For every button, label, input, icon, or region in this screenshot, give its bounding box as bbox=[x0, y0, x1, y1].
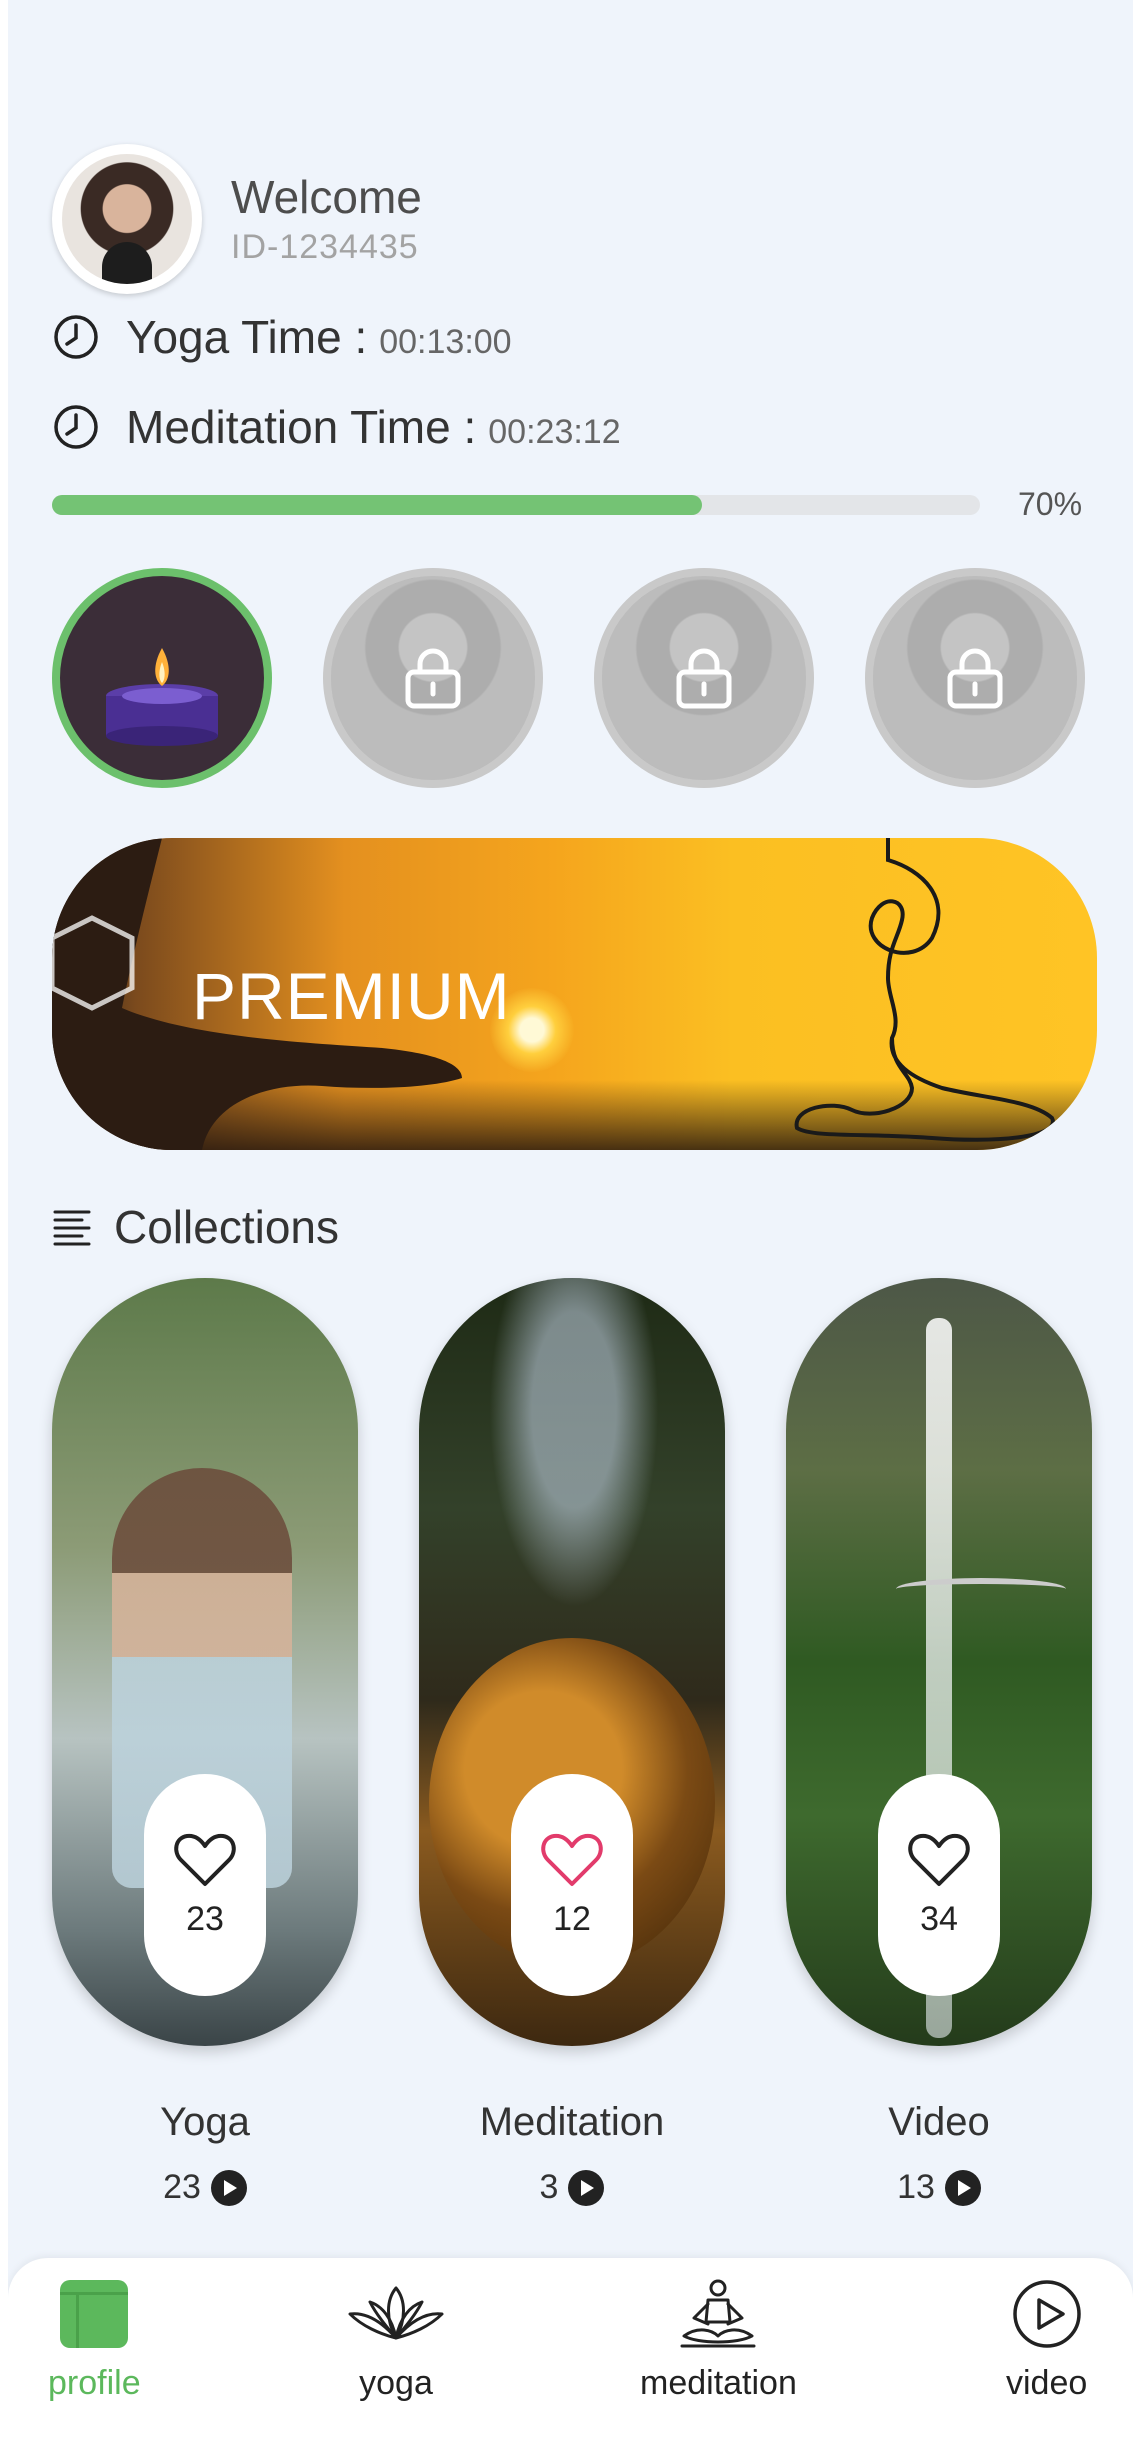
card-title-yoga: Yoga bbox=[160, 2100, 250, 2144]
avatar[interactable] bbox=[52, 144, 202, 294]
yoga-time-value: 00:13:00 bbox=[379, 323, 512, 361]
nav-item-profile[interactable]: profile bbox=[48, 2278, 141, 2403]
nav-label-profile: profile bbox=[48, 2364, 141, 2402]
smoke-photo bbox=[489, 1278, 659, 1608]
nav-label-yoga: yoga bbox=[359, 2364, 433, 2402]
nav-label-video: video bbox=[1006, 2364, 1088, 2402]
app-screen: Welcome ID-1234435 Yoga Time : 00:13:00 … bbox=[8, 0, 1133, 2440]
item-count: 23 bbox=[163, 2168, 201, 2206]
yoga-time-row: Yoga Time : 00:13:00 bbox=[52, 310, 512, 364]
card-meta-meditation: 3 bbox=[419, 2168, 725, 2207]
collection-card-video[interactable]: 34 bbox=[786, 1278, 1092, 2046]
heart-icon[interactable] bbox=[173, 1832, 237, 1888]
collections-header: Collections bbox=[52, 1200, 339, 1254]
nav-item-video[interactable]: video bbox=[1006, 2278, 1087, 2403]
heart-icon[interactable] bbox=[907, 1832, 971, 1888]
like-pill[interactable]: 34 bbox=[878, 1774, 1000, 1996]
meditation-time-value: 00:23:12 bbox=[488, 413, 621, 451]
collections-title: Collections bbox=[114, 1201, 339, 1253]
clock-icon bbox=[54, 315, 98, 359]
item-count: 3 bbox=[539, 2168, 559, 2206]
lock-icon bbox=[676, 648, 732, 709]
card-meta-yoga: 23 bbox=[52, 2168, 358, 2207]
play-icon bbox=[210, 2169, 247, 2206]
like-count: 12 bbox=[553, 1899, 591, 1938]
candle-icon bbox=[106, 648, 218, 746]
lock-icon bbox=[405, 648, 461, 709]
level-2-locked[interactable] bbox=[323, 568, 543, 788]
meditation-time-label: Meditation Time : bbox=[126, 401, 477, 453]
progress-percent: 70% bbox=[1018, 486, 1083, 522]
meditation-icon bbox=[680, 2279, 756, 2348]
level-1-candle[interactable] bbox=[52, 568, 272, 788]
card-meta-video: 13 bbox=[786, 2168, 1092, 2207]
collection-card-meditation[interactable]: 12 bbox=[419, 1278, 725, 2046]
play-icon bbox=[944, 2169, 981, 2206]
bridge-photo bbox=[896, 1578, 1066, 1600]
profile-icon bbox=[60, 2280, 129, 2348]
nav-label-meditation: meditation bbox=[640, 2364, 797, 2402]
user-id: ID-1234435 bbox=[231, 228, 419, 266]
bottom-nav: profile yoga meditation video bbox=[8, 2258, 1133, 2440]
premium-label: PREMIUM bbox=[192, 959, 511, 1033]
nav-item-yoga[interactable]: yoga bbox=[346, 2278, 446, 2403]
like-pill[interactable]: 12 bbox=[511, 1774, 633, 1996]
clock-icon bbox=[54, 405, 98, 449]
meditation-line-art-icon bbox=[794, 838, 1055, 1142]
play-icon bbox=[568, 2169, 605, 2206]
like-pill[interactable]: 23 bbox=[144, 1774, 266, 1996]
welcome-text: Welcome bbox=[231, 171, 422, 223]
list-lines-icon bbox=[53, 1210, 91, 1246]
item-count: 13 bbox=[897, 2168, 935, 2206]
heart-icon[interactable] bbox=[540, 1832, 604, 1888]
yoga-time-label: Yoga Time : bbox=[126, 311, 368, 363]
lock-icon bbox=[947, 648, 1003, 709]
progress-bar bbox=[52, 495, 980, 515]
level-4-locked[interactable] bbox=[865, 568, 1085, 788]
premium-banner[interactable]: PREMIUM bbox=[52, 838, 1097, 1150]
nav-item-meditation[interactable]: meditation bbox=[640, 2278, 797, 2403]
like-count: 34 bbox=[920, 1899, 958, 1938]
level-3-locked[interactable] bbox=[594, 568, 814, 788]
meditation-time-row: Meditation Time : 00:23:12 bbox=[52, 400, 621, 454]
card-title-meditation: Meditation bbox=[479, 2100, 665, 2144]
play-circle-icon bbox=[1012, 2280, 1081, 2348]
card-title-video: Video bbox=[888, 2100, 990, 2144]
collection-card-yoga[interactable]: 23 bbox=[52, 1278, 358, 2046]
progress-fill bbox=[52, 495, 702, 515]
lotus-icon bbox=[348, 2286, 444, 2340]
like-count: 23 bbox=[186, 1899, 224, 1938]
